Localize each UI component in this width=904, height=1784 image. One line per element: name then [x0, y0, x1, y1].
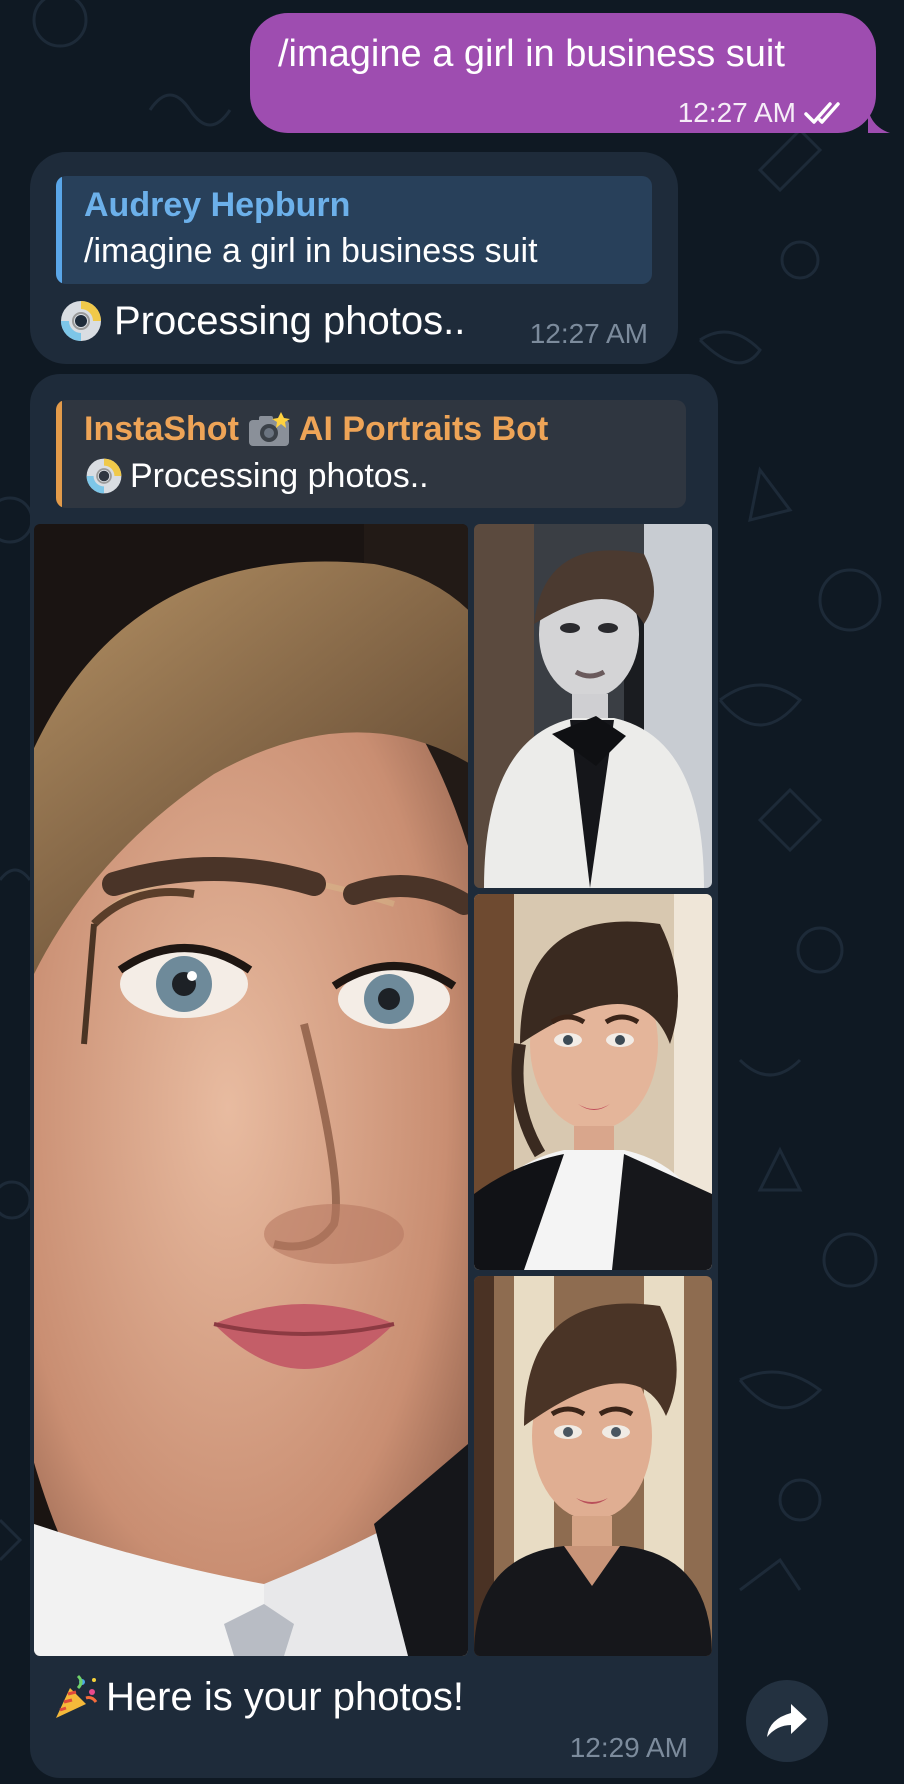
incoming-message-bubble[interactable]: Audrey Hepburn /imagine a girl in busine…: [30, 152, 678, 364]
photo-portrait-white-blazer[interactable]: [474, 524, 712, 888]
reply-sender-name: InstaShot AI Portraits Bot: [84, 410, 548, 449]
incoming-album-message[interactable]: InstaShot AI Portraits Bot Processing ph…: [30, 374, 718, 1778]
message-body: Processing photos..: [58, 298, 465, 344]
message-time: 12:27 AM: [529, 318, 648, 349]
bubble-tail: [868, 109, 890, 133]
outgoing-message-text: /imagine a girl in business suit: [278, 33, 785, 75]
outgoing-message-meta: 12:27 AM: [678, 97, 848, 129]
reply-quote-bar: [56, 400, 62, 508]
reply-sender-name: Audrey Hepburn: [84, 186, 351, 224]
dvd-icon: [58, 298, 104, 344]
reply-quote-text: /imagine a girl in business suit: [84, 232, 538, 270]
photo-portrait-black-blazer[interactable]: [474, 1276, 712, 1656]
camera-flash-icon: [247, 411, 291, 448]
reply-quote-text: Processing photos..: [130, 456, 429, 495]
double-check-icon: [804, 100, 848, 126]
sender-name-prefix: InstaShot: [84, 410, 239, 448]
dvd-icon: [84, 456, 124, 496]
outgoing-message-bubble[interactable]: /imagine a girl in business suit 12:27 A…: [250, 13, 890, 133]
album-caption-text: Here is your photos!: [106, 1674, 464, 1719]
message-body-text: Processing photos..: [114, 298, 466, 343]
reply-quote-text-row: Processing photos..: [84, 456, 429, 496]
photo-portrait-closeup[interactable]: [34, 524, 468, 1656]
reply-quote[interactable]: Audrey Hepburn /imagine a girl in busine…: [56, 176, 652, 284]
share-arrow-icon: [765, 1702, 809, 1740]
party-popper-icon: [52, 1674, 98, 1720]
reply-quote-bar: [56, 176, 62, 284]
album-caption: Here is your photos!: [52, 1674, 464, 1720]
share-button[interactable]: [746, 1680, 828, 1762]
message-time: 12:29 AM: [569, 1732, 688, 1763]
sender-name-suffix: AI Portraits Bot: [298, 410, 549, 448]
photo-portrait-black-white-suit[interactable]: [474, 894, 712, 1270]
reply-quote[interactable]: InstaShot AI Portraits Bot Processing ph…: [56, 400, 686, 508]
outgoing-message-time: 12:27 AM: [677, 97, 796, 128]
